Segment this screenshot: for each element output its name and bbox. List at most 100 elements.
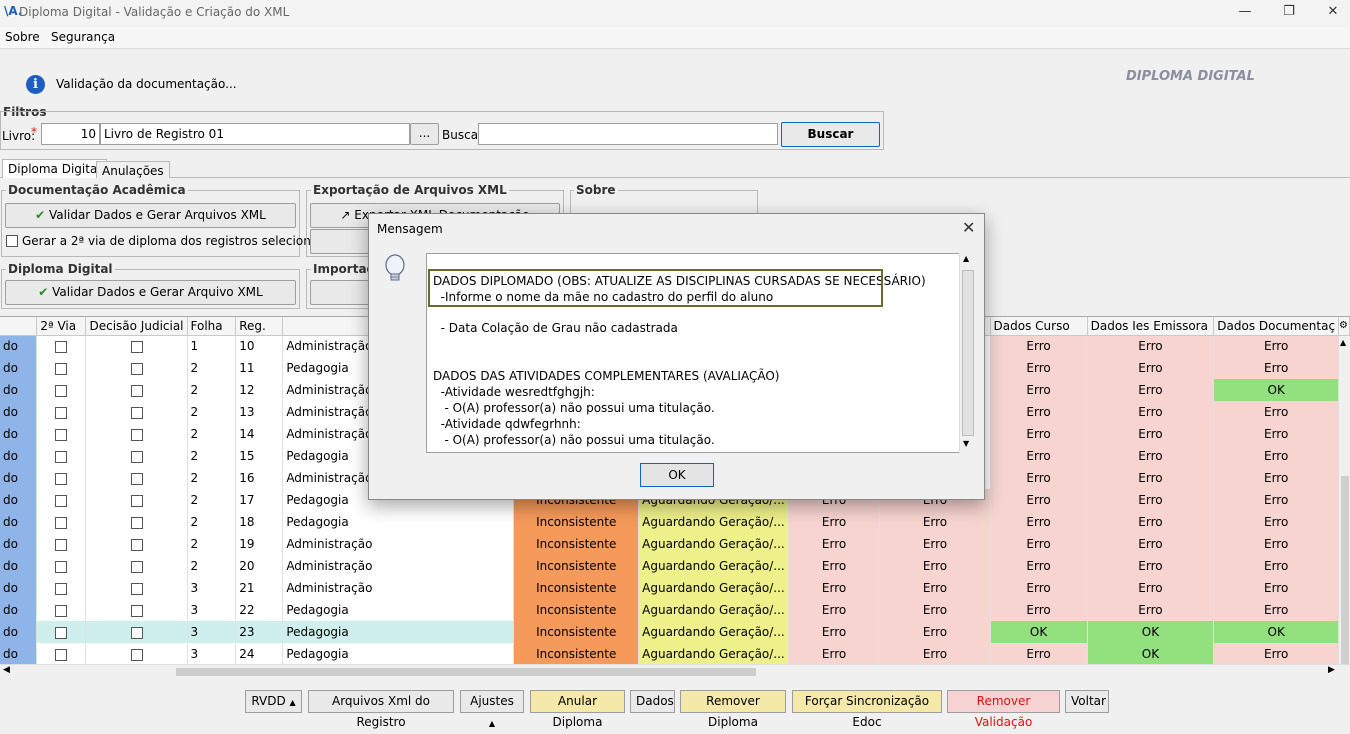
buscar-button[interactable]: Buscar [781,122,880,147]
tab-anulacoes[interactable]: Anulações [96,161,170,178]
ok-button[interactable]: OK [640,463,714,487]
scroll-up-icon[interactable]: ▲ [963,254,969,263]
dialog-close-icon[interactable]: ✕ [962,218,975,237]
table-row[interactable]: do 2 19 Administração Inconsistente Aguardand… [0,533,1350,555]
scroll-up-icon[interactable]: ▲ [1340,338,1346,347]
decisao-judicial-checkbox[interactable] [130,626,143,639]
reg-cell: 15 [235,445,284,467]
second-copy-checkbox[interactable] [6,235,18,247]
menu-sobre[interactable]: Sobre [5,30,40,44]
validate-diploma-button[interactable]: ✔ Validar Dados e Gerar Arquivo XML [5,280,296,305]
table-row[interactable]: do 2 20 Administração Inconsistente Aguardand… [0,555,1350,577]
row-state-cell: do [0,555,38,577]
scroll-left-icon[interactable]: ◀ [3,665,10,675]
livro-name-input[interactable]: Livro de Registro 01 [100,123,410,145]
dados-doc-cell: Erro [1213,643,1340,664]
reg-cell: 21 [235,577,284,599]
dados-doc-cell: Erro [1213,489,1340,511]
anular-diploma-button[interactable]: Anular Diploma [530,690,625,729]
message-scroll-thumb[interactable] [962,270,974,436]
close-window-button[interactable]: ✕ [1310,0,1350,26]
gear-icon[interactable]: ⚙ [1338,317,1350,336]
dialog-title: Mensagem [377,222,443,236]
rvdd-label: RVDD [251,694,286,708]
voltar-button[interactable]: Voltar [1065,690,1109,713]
browse-livro-button[interactable]: ... [410,123,439,145]
minimize-button[interactable]: — [1222,0,1268,26]
col-header-state[interactable] [0,317,38,336]
dados-curso-cell: Erro [990,533,1088,555]
decisao-judicial-checkbox[interactable] [130,582,143,595]
segunda-via-checkbox[interactable] [55,560,68,573]
ajustes-button[interactable]: Ajustes ▲ [460,690,524,728]
segunda-via-checkbox[interactable] [55,362,68,375]
maximize-button[interactable]: ❐ [1266,0,1312,26]
folha-cell: 2 [187,423,237,445]
livro-number-input[interactable]: 10 [41,123,100,145]
segunda-via-checkbox[interactable] [55,472,68,485]
col-header-dados-doc[interactable]: Dados Documentaç [1213,317,1340,336]
segunda-via-checkbox[interactable] [55,450,68,463]
col-header-dados-ies[interactable]: Dados Ies Emissora [1087,317,1215,336]
decisao-judicial-checkbox[interactable] [130,604,143,617]
rvdd-button[interactable]: RVDD ▲ [245,690,302,713]
col-header-2via[interactable]: 2ª Via [36,317,87,336]
decisao-judicial-checkbox[interactable] [130,362,143,375]
dados-button[interactable]: Dados [630,690,675,713]
table-row[interactable]: do 2 18 Pedagogia Inconsistente Aguardando Ge… [0,511,1350,533]
table-row[interactable]: do 3 22 Pedagogia Inconsistente Aguardando Ge… [0,599,1350,621]
segunda-via-checkbox[interactable] [55,494,68,507]
segunda-via-checkbox[interactable] [55,538,68,551]
decisao-judicial-checkbox[interactable] [130,538,143,551]
grid-vertical-scrollbar[interactable]: ▲ [1338,336,1350,664]
grid-horizontal-scrollbar[interactable]: ◀ ▶ [0,664,1350,678]
message-scrollbar[interactable]: ▲ ▼ [959,253,975,453]
dados-curso-cell: Erro [990,489,1088,511]
decisao-judicial-checkbox[interactable] [130,648,143,661]
decisao-judicial-checkbox[interactable] [130,428,143,441]
scroll-down-icon[interactable]: ▼ [963,439,969,448]
segunda-via-checkbox[interactable] [55,604,68,617]
segunda-via-checkbox[interactable] [55,384,68,397]
geracao-cell: Aguardando Geração/... [638,621,789,643]
decisao-judicial-checkbox[interactable] [130,472,143,485]
col-header-reg[interactable]: Reg. [235,317,284,336]
remover-validacao-button[interactable]: Remover Validação [947,690,1060,729]
remover-diploma-button[interactable]: Remover Diploma [680,690,786,729]
col-header-dados-curso[interactable]: Dados Curso [990,317,1088,336]
table-row[interactable]: do 3 21 Administração Inconsistente Aguardand… [0,577,1350,599]
arquivos-xml-button[interactable]: Arquivos Xml do Registro [308,690,454,729]
decisao-judicial-checkbox[interactable] [130,516,143,529]
segunda-via-checkbox[interactable] [55,428,68,441]
busca-input[interactable] [478,123,778,145]
horizontal-scroll-thumb[interactable] [176,668,756,676]
curso-cell: Pedagogia [282,621,515,643]
segunda-via-checkbox[interactable] [55,626,68,639]
segunda-via-checkbox[interactable] [55,406,68,419]
reg-cell: 22 [235,599,284,621]
dados-ies-cell: Erro [1087,379,1215,401]
status-cell: Inconsistente [513,533,640,555]
decisao-judicial-checkbox[interactable] [130,340,143,353]
validate-xml-button[interactable]: ✔ Validar Dados e Gerar Arquivos XML [5,203,296,228]
scroll-right-icon[interactable]: ▶ [1328,665,1335,675]
tab-diploma-digital[interactable]: Diploma Digital [2,159,107,178]
forcar-sincronizacao-button[interactable]: Forçar Sincronização Edoc [792,690,942,729]
col-header-folha[interactable]: Folha [187,317,237,336]
decisao-judicial-checkbox[interactable] [130,384,143,397]
segunda-via-checkbox[interactable] [55,340,68,353]
table-row[interactable]: do 3 23 Pedagogia Inconsistente Aguardando Ge… [0,621,1350,643]
decisao-judicial-checkbox[interactable] [130,560,143,573]
row-state-cell: do [0,489,38,511]
menu-seguranca[interactable]: Segurança [51,30,115,44]
table-row[interactable]: do 3 24 Pedagogia Inconsistente Aguardando Ge… [0,643,1350,664]
col-header-decisao[interactable]: Decisão Judicial [85,317,188,336]
highlight-box [428,269,883,307]
grid-scroll-thumb[interactable] [1341,476,1349,664]
segunda-via-checkbox[interactable] [55,648,68,661]
decisao-judicial-checkbox[interactable] [130,494,143,507]
decisao-judicial-checkbox[interactable] [130,450,143,463]
segunda-via-checkbox[interactable] [55,582,68,595]
decisao-judicial-checkbox[interactable] [130,406,143,419]
segunda-via-checkbox[interactable] [55,516,68,529]
